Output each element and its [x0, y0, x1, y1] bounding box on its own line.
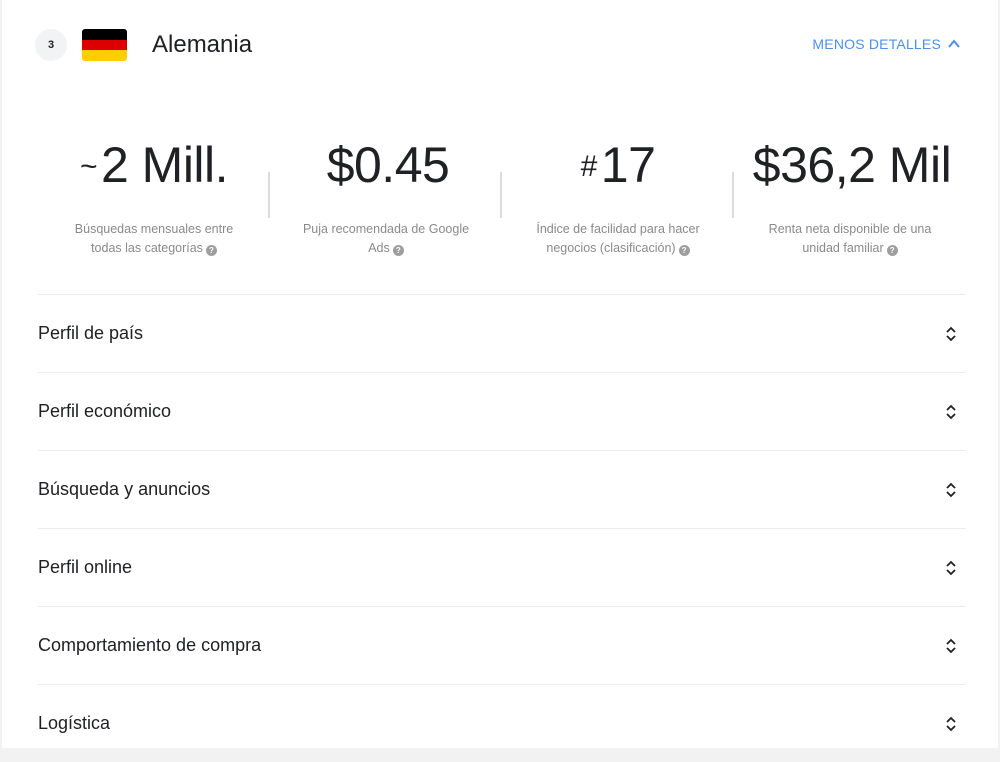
help-icon[interactable]: ?	[205, 245, 217, 256]
stats-row: ~2 Mill. Búsquedas mensuales entre todas…	[38, 130, 966, 260]
section-logistics[interactable]: Logística	[38, 684, 966, 762]
stat-description: Renta neta disponible de una unidad fami…	[760, 220, 940, 258]
expand-chevron-icon	[946, 404, 956, 419]
stat-value: $0.45	[270, 130, 502, 200]
section-label: Comportamiento de compra	[38, 635, 262, 655]
stat-monthly-searches: ~2 Mill. Búsquedas mensuales entre todas…	[38, 130, 270, 258]
expand-chevron-icon	[946, 638, 956, 653]
stat-value: $36,2 Mil	[734, 130, 966, 200]
section-label: Perfil online	[38, 557, 133, 577]
country-name: Alemania	[152, 31, 253, 58]
section-purchase-behavior[interactable]: Comportamiento de compra	[38, 606, 966, 684]
chevron-up-icon	[948, 39, 960, 48]
section-label: Perfil de país	[38, 323, 144, 343]
flag-stripe-black	[82, 29, 127, 40]
rank-badge: 3	[35, 29, 67, 61]
expand-chevron-icon	[946, 326, 956, 341]
stat-value: ~2 Mill.	[38, 130, 270, 200]
section-online-profile[interactable]: Perfil online	[38, 528, 966, 606]
stat-description: Búsquedas mensuales entre todas las cate…	[64, 220, 244, 258]
expand-chevron-icon	[946, 560, 956, 575]
expand-chevron-icon	[946, 716, 956, 731]
stat-description-text: Índice de facilidad para hacer negocios …	[536, 222, 700, 255]
section-search-ads[interactable]: Búsqueda y anuncios	[38, 450, 966, 528]
less-details-label: MENOS DETALLES	[812, 36, 941, 52]
stat-number: 2 Mill.	[100, 137, 229, 193]
stat-description: Puja recomendada de Google Ads?	[296, 220, 476, 258]
stat-ease-of-business: #17 Índice de facilidad para hacer negoc…	[502, 130, 734, 258]
help-icon[interactable]: ?	[392, 245, 404, 256]
help-icon[interactable]: ?	[886, 245, 898, 256]
stat-number: 17	[600, 137, 656, 193]
section-label: Búsqueda y anuncios	[38, 479, 211, 499]
country-card: 3 Alemania MENOS DETALLES ~2 Mill. Búsqu…	[2, 0, 998, 748]
stat-prefix: ~	[79, 150, 98, 183]
less-details-button[interactable]: MENOS DETALLES	[812, 36, 961, 52]
flag-stripe-red	[82, 39, 127, 51]
stat-number: $0.45	[326, 137, 450, 193]
stat-household-income: $36,2 Mil Renta neta disponible de una u…	[734, 130, 966, 258]
expand-chevron-icon	[946, 482, 956, 497]
stat-prefix: #	[580, 150, 598, 183]
section-label: Perfil económico	[38, 401, 172, 421]
flag-stripe-gold	[82, 50, 127, 61]
stat-recommended-bid: $0.45 Puja recomendada de Google Ads?	[270, 130, 502, 258]
section-economic-profile[interactable]: Perfil económico	[38, 372, 966, 450]
section-list: Perfil de país Perfil económico Búsqueda…	[38, 294, 966, 762]
stat-number: $36,2 Mil	[752, 137, 952, 193]
help-icon[interactable]: ?	[678, 245, 690, 256]
stat-description-text: Puja recomendada de Google Ads	[302, 222, 470, 255]
section-label: Logística	[38, 713, 111, 733]
stat-value: #17	[502, 130, 734, 200]
stat-description: Índice de facilidad para hacer negocios …	[528, 220, 708, 258]
germany-flag-icon	[82, 29, 127, 61]
stat-description-text: Renta neta disponible de una unidad fami…	[768, 222, 932, 255]
card-header: 3 Alemania MENOS DETALLES	[2, 0, 998, 90]
section-country-profile[interactable]: Perfil de país	[38, 294, 966, 372]
